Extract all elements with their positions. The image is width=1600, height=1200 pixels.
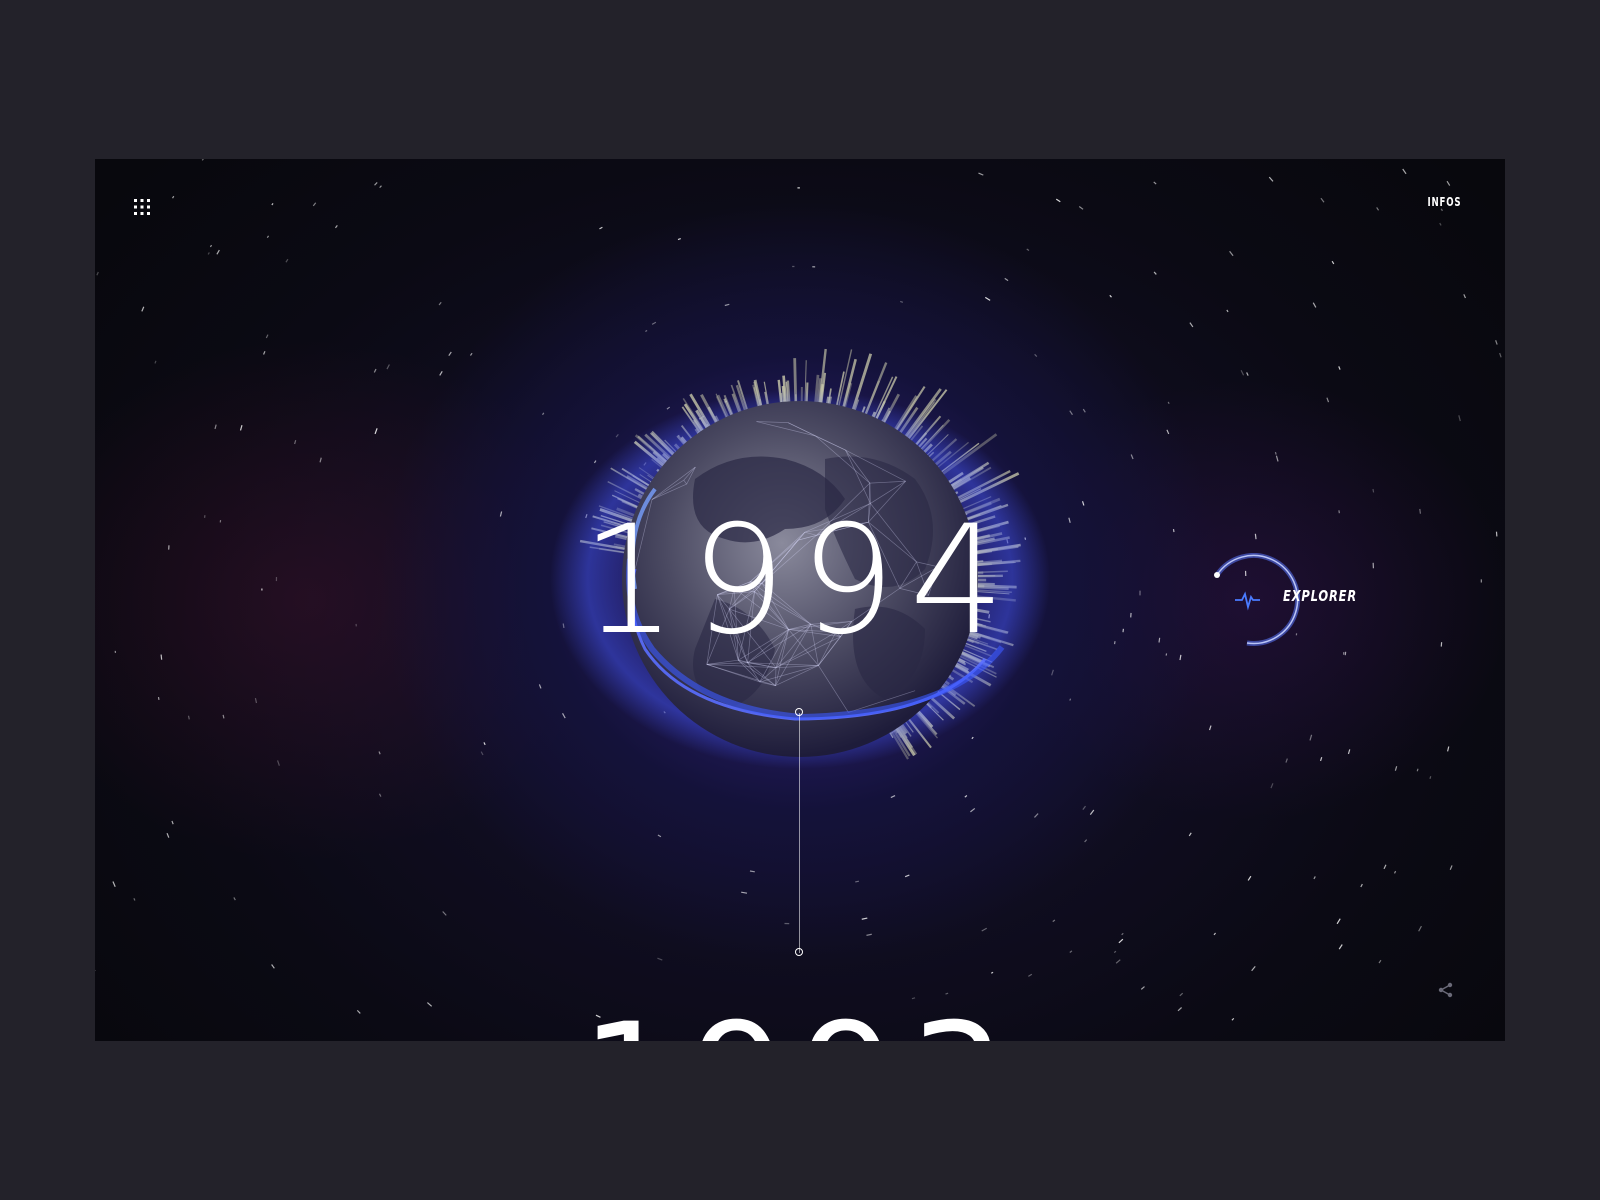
infos-link[interactable]: INFOS	[1427, 195, 1461, 209]
grid-menu-icon	[134, 199, 150, 215]
pulse-icon	[1235, 591, 1260, 611]
next-year[interactable]: 1993	[95, 1004, 1505, 1041]
timeline-node-current[interactable]	[795, 708, 803, 716]
share-icon	[1438, 982, 1453, 998]
share-button[interactable]	[1437, 981, 1455, 999]
explore-label[interactable]: EXPLORER	[1283, 587, 1357, 605]
grid-menu-button[interactable]	[130, 195, 154, 219]
timeline-connector	[799, 713, 800, 953]
hero-stage: INFOS 1994 1993 EXPLORER	[95, 159, 1505, 1041]
timeline-node-next[interactable]	[795, 948, 803, 956]
